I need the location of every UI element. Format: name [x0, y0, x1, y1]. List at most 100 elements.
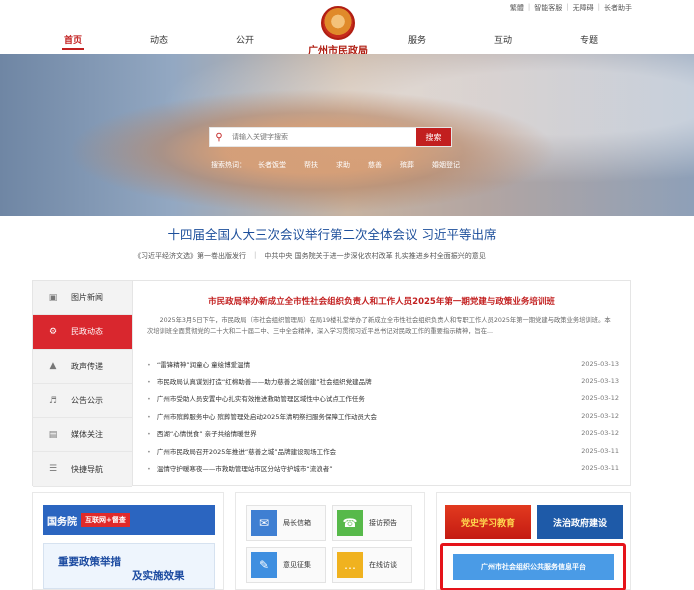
- search-input[interactable]: [228, 128, 416, 146]
- separator: |: [566, 3, 569, 11]
- opinion-collection-button[interactable]: ✎ 意见征集: [246, 547, 326, 583]
- hot-keyword[interactable]: 长者饭堂: [252, 160, 292, 170]
- mail-icon: ✉: [251, 510, 277, 536]
- bubble-icon: …: [337, 552, 363, 578]
- tab-announcements[interactable]: ♬ 公告公示: [33, 383, 132, 419]
- headline-title[interactable]: 十四届全国人大三次会议举行第二次全体会议 习近平等出席: [32, 216, 632, 243]
- separator: |: [254, 251, 257, 259]
- search-button[interactable]: 搜索: [416, 128, 451, 146]
- hot-keywords-label: 搜索热词：: [211, 161, 246, 169]
- top-link-elder-assistant[interactable]: 长者助手: [604, 3, 632, 13]
- news-item-date: 2025-03-11: [581, 446, 619, 455]
- visit-notice-button[interactable]: ☎ 接访预告: [332, 505, 412, 541]
- tab-label: 民政动态: [71, 327, 103, 337]
- hot-keywords: 搜索热词： 长者饭堂 帮扶 求助 慈善 殡葬 婚姻登记: [211, 160, 466, 170]
- hot-keyword[interactable]: 殡葬: [394, 160, 420, 170]
- subheadline: 《习近平经济文选》第一卷出版发行 | 中共中央 国务院关于进一步深化农村改革 扎…: [134, 251, 486, 261]
- nav-topics[interactable]: 专题: [580, 33, 598, 46]
- service-label: 接访预告: [369, 519, 397, 527]
- news-list: • “雷锋精神”润童心 童绘博爱温情 2025-03-13 • 市民政局认真谋划打造“…: [133, 355, 631, 477]
- policy-line-2: 及实施效果: [132, 570, 185, 582]
- document-icon: ▤: [48, 429, 58, 440]
- tab-photo-news[interactable]: ▣ 图片新闻: [33, 281, 132, 316]
- tab-civil-affairs-news[interactable]: ⚙ 民政动态: [33, 315, 132, 350]
- policy-line-1: 重要政策举措: [58, 556, 121, 568]
- policy-measures-banner[interactable]: 重要政策举措 及实施效果: [43, 543, 215, 589]
- service-label: 在线访谈: [369, 561, 397, 569]
- emblem-icon: [321, 6, 355, 40]
- nav-service[interactable]: 服务: [408, 33, 426, 46]
- news-item[interactable]: • 广州市民政局召开2025年推进“慈善之城”品牌建设现场工作会 2025-03-1…: [133, 442, 631, 459]
- service-label: 局长信箱: [283, 519, 311, 527]
- bullet-icon: •: [147, 430, 151, 439]
- tab-label: 媒体关注: [71, 430, 103, 440]
- bullet-icon: •: [147, 465, 151, 474]
- internet-supervision-tag: 互联网+督查: [81, 513, 130, 527]
- news-item-title: 西湖“心情悦食” 亲子共绘情暖世界: [156, 430, 257, 439]
- news-item[interactable]: • 温情守护暖寒夜——市救助管理站市区分站守护城市“流浪者” 2025-03-11: [133, 459, 631, 476]
- tab-media-focus[interactable]: ▤ 媒体关注: [33, 418, 132, 453]
- top-link-smart-service[interactable]: 智能客服: [534, 3, 562, 13]
- state-council-name: 国务院: [47, 516, 77, 528]
- news-item[interactable]: • 广州市受助人员安置中心扎实有效推进救助管理区域性中心试点工作任务 2025-03…: [133, 390, 631, 407]
- megaphone-icon: ▲: [49, 361, 57, 372]
- service-label: 意见征集: [283, 561, 311, 569]
- highlight-box: 广州市社会组织公共服务信息平台: [440, 543, 626, 590]
- hot-keyword[interactable]: 慈善: [362, 160, 388, 170]
- rule-of-law-banner[interactable]: 法治政府建设: [537, 505, 623, 539]
- news-item-date: 2025-03-12: [581, 411, 619, 420]
- bullet-icon: •: [147, 378, 151, 387]
- separator: |: [527, 3, 531, 11]
- news-item[interactable]: • 市民政局认真谋划打造“红棉助善——助力慈善之城创建”社会组织党建品牌 2025-…: [133, 372, 631, 389]
- news-item-title: 广州市民政局召开2025年推进“慈善之城”品牌建设现场工作会: [156, 447, 337, 456]
- bullet-icon: •: [147, 412, 151, 421]
- nav-interaction[interactable]: 互动: [494, 33, 512, 46]
- hot-keyword[interactable]: 求助: [330, 160, 356, 170]
- online-interview-button[interactable]: … 在线访谈: [332, 547, 412, 583]
- bullet-icon: •: [147, 395, 151, 404]
- news-item-date: 2025-03-12: [581, 429, 619, 438]
- featured-news-summary: 2025年3月5日下午，市民政局（市社会组织管理局）在局19楼礼堂举办了新成立全…: [147, 317, 611, 335]
- social-org-platform-link[interactable]: 广州市社会组织公共服务信息平台: [453, 554, 614, 580]
- top-link-traditional[interactable]: 繁體: [510, 3, 524, 13]
- subheadline-link[interactable]: 中共中央 国务院关于进一步深化农村改革 扎实推进乡村全面振兴的意见: [264, 251, 485, 261]
- gear-icon: ⚙: [48, 326, 58, 337]
- news-item-title: 广州市殡葬服务中心 殡葬管理处启动2025年清明祭扫服务保障工作动员大会: [156, 412, 377, 421]
- news-item-date: 2025-03-11: [581, 464, 619, 473]
- headline-section: 十四届全国人大三次会议举行第二次全体会议 习近平等出席 《习近平经济文选》第一卷…: [32, 216, 632, 270]
- list-icon: ☰: [48, 464, 58, 475]
- news-item[interactable]: • 广州市殡葬服务中心 殡葬管理处启动2025年清明祭扫服务保障工作动员大会 202…: [133, 407, 631, 424]
- chat-icon: ☎: [337, 510, 363, 536]
- site-logo[interactable]: 广州市民政局: [298, 6, 378, 57]
- news-item[interactable]: • 西湖“心情悦食” 亲子共绘情暖世界 2025-03-12: [133, 425, 631, 442]
- news-item-date: 2025-03-12: [581, 394, 619, 403]
- edit-icon: ✎: [251, 552, 277, 578]
- separator: |: [597, 3, 600, 11]
- nav-home[interactable]: 首页: [64, 33, 82, 46]
- nav-public[interactable]: 公开: [236, 33, 254, 46]
- news-item-title: 温情守护暖寒夜——市救助管理站市区分站守护城市“流浪者”: [156, 465, 333, 474]
- featured-news-title[interactable]: 市民政局举办新成立全市性社会组织负责人和工作人员2025年第一期党建与政策业务培…: [133, 295, 630, 307]
- state-council-card: 国务院 互联网+督查 重要政策举措 及实施效果: [32, 492, 224, 590]
- search-icon: ⚲: [215, 131, 223, 143]
- director-mailbox-button[interactable]: ✉ 局长信箱: [246, 505, 326, 541]
- hot-keyword[interactable]: 帮扶: [298, 160, 324, 170]
- state-council-banner[interactable]: 国务院 互联网+督查: [43, 505, 215, 535]
- tab-policy-voice[interactable]: ▲ 政声传递: [33, 349, 132, 384]
- news-item-date: 2025-03-13: [581, 377, 619, 386]
- party-history-banner[interactable]: 党史学习教育: [445, 505, 531, 539]
- services-card: ✉ 局长信箱 ☎ 接访预告 ✎ 意见征集 … 在线访谈: [235, 492, 425, 590]
- news-item[interactable]: • “雷锋精神”润童心 童绘博爱温情 2025-03-13: [133, 355, 631, 372]
- news-item-title: “雷锋精神”润童心 童绘博爱温情: [156, 360, 251, 369]
- news-panel: 市民政局举办新成立全市性社会组织负责人和工作人员2025年第一期党建与政策业务培…: [133, 280, 631, 486]
- news-category-tabs: ▣ 图片新闻 ⚙ 民政动态 ▲ 政声传递 ♬ 公告公示 ▤ 媒体关注 ☰ 快捷导…: [32, 280, 133, 487]
- top-link-accessibility[interactable]: 无障碍: [573, 3, 594, 13]
- image-icon: ▣: [48, 292, 58, 303]
- nav-news[interactable]: 动态: [150, 33, 168, 46]
- search-box: ⚲ 搜索: [209, 127, 452, 147]
- subheadline-link[interactable]: 《习近平经济文选》第一卷出版发行: [134, 251, 246, 261]
- speaker-icon: ♬: [48, 395, 58, 406]
- tab-quick-nav[interactable]: ☰ 快捷导航: [33, 452, 132, 487]
- nav-active-indicator: [62, 48, 84, 50]
- hot-keyword[interactable]: 婚姻登记: [426, 160, 466, 170]
